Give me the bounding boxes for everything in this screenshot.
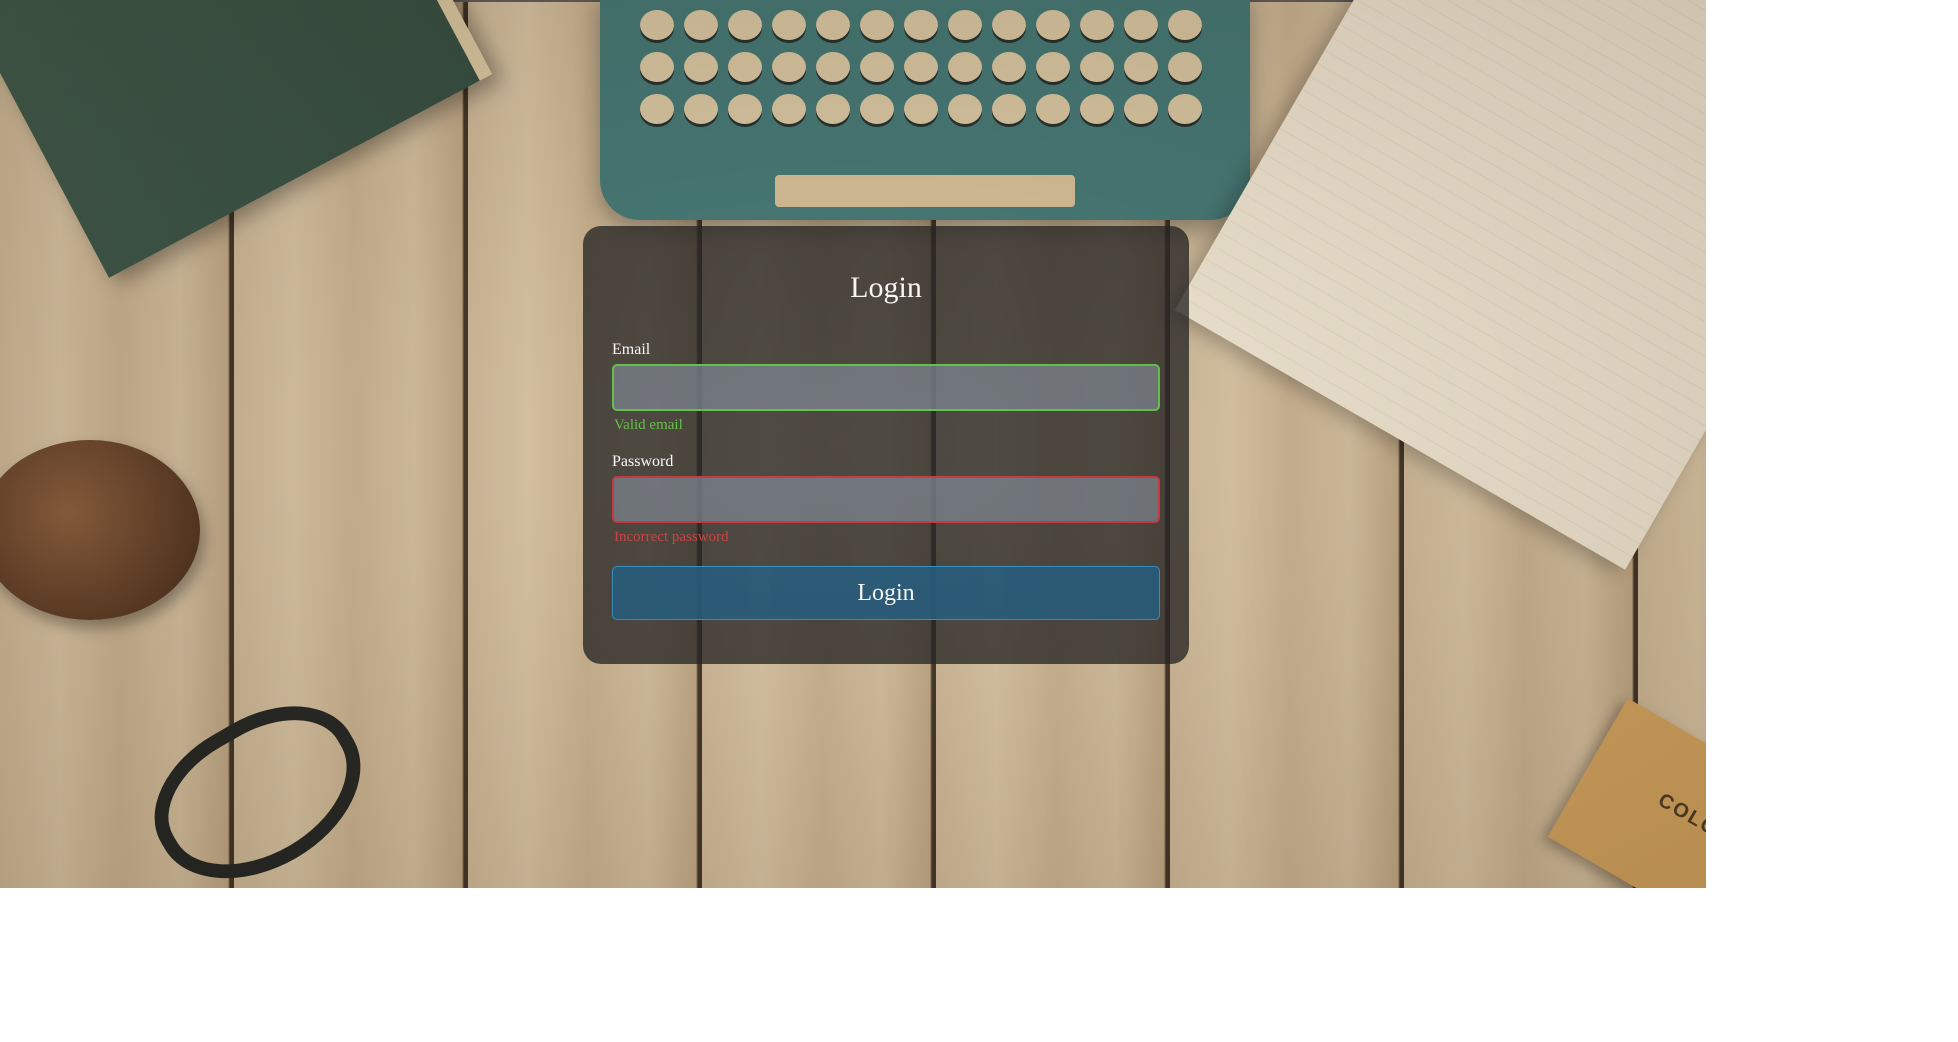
login-button[interactable]: Login — [612, 566, 1160, 620]
pinecone-decor — [0, 440, 200, 620]
top-border — [0, 0, 1706, 2]
color-box-label: COLOR — [1654, 789, 1706, 850]
typewriter-spacebar — [775, 175, 1075, 207]
notebook-decor — [1174, 0, 1706, 570]
email-valid-message: Valid email — [614, 417, 683, 433]
email-input[interactable] — [612, 364, 1160, 411]
password-error-message: Incorrect password — [614, 529, 729, 545]
login-card: Login Email Valid email Password Incorre… — [583, 226, 1189, 664]
book-decor — [0, 0, 493, 278]
typewriter-keys — [640, 10, 1220, 124]
color-box-decor: COLOR — [1547, 698, 1706, 888]
glasses-decor — [127, 675, 391, 888]
password-label: Password — [612, 453, 674, 470]
typewriter-decor — [600, 0, 1250, 220]
email-label: Email — [612, 341, 651, 358]
password-input[interactable] — [612, 476, 1160, 523]
background-photo: COLOR Login Email Valid email Password I… — [0, 0, 1706, 888]
login-title: Login — [850, 271, 922, 304]
